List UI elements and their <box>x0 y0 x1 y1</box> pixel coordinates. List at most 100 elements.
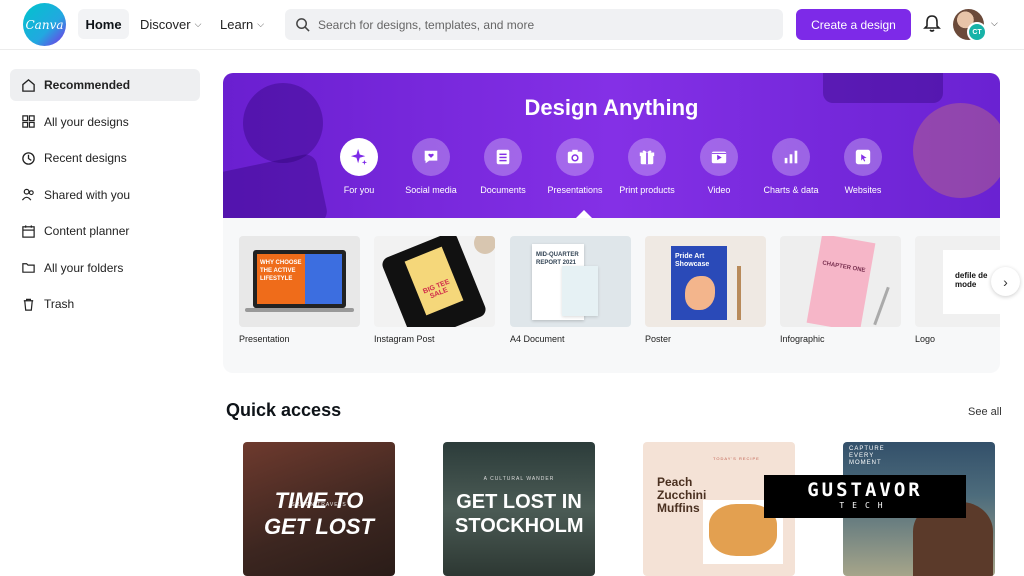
grid-icon <box>22 115 35 128</box>
chevron-down-icon: ⌵ <box>194 18 202 29</box>
category-icon-circle <box>844 138 882 176</box>
category-social-media[interactable]: Social media <box>391 138 471 195</box>
category-icon-circle <box>340 138 378 176</box>
sidebar-item-content-planner[interactable]: Content planner <box>10 215 200 247</box>
sparkle-icon <box>350 148 368 166</box>
canva-logo[interactable]: Canva <box>23 3 66 46</box>
category-label: Print products <box>619 185 675 195</box>
template-thumbnail: WHY CHOOSE THE ACTIVE LIFESTYLE <box>239 236 360 327</box>
video-icon <box>711 151 727 164</box>
category-documents[interactable]: Documents <box>463 138 543 195</box>
template-label: Infographic <box>780 334 825 344</box>
template-card-a4-document[interactable]: MID-QUARTER REPORT 2021 A4 Document <box>510 236 631 344</box>
people-icon <box>21 188 34 201</box>
category-label: For you <box>343 185 375 195</box>
sidebar-item-label: All your designs <box>44 114 129 129</box>
calendar-icon <box>22 224 35 238</box>
home-icon <box>22 78 35 92</box>
sidebar-item-label: All your folders <box>44 260 124 275</box>
sidebar-item-recommended[interactable]: Recommended <box>10 69 200 101</box>
create-design-button[interactable]: Create a design <box>796 9 911 40</box>
presentation-icon <box>567 149 583 164</box>
search-input[interactable]: Search for designs, templates, and more <box>285 9 783 40</box>
watermark-overlay: GUSTAVOR TECH <box>764 475 966 518</box>
nav-discover-label: Discover <box>140 16 191 32</box>
design-anything-banner: Design Anything For you Social media Doc… <box>223 73 1000 218</box>
category-print-products[interactable]: Print products <box>607 138 687 195</box>
quick-access-card[interactable]: A CULTURAL WANDER GET LOST IN STOCKHOLM <box>443 442 595 576</box>
see-all-link[interactable]: See all <box>968 406 1002 418</box>
template-thumbnail: Pride Art Showcase <box>645 236 766 327</box>
category-label: Social media <box>405 185 457 195</box>
nav-learn-label: Learn <box>220 16 254 32</box>
category-label: Presentations <box>547 185 603 195</box>
sidebar-item-label: Shared with you <box>44 187 131 202</box>
chevron-down-icon: ⌵ <box>257 18 265 29</box>
category-label: Video <box>707 185 731 195</box>
chevron-down-icon[interactable]: ⌵ <box>991 18 998 29</box>
sidebar: Recommended All your designs Recent desi… <box>10 69 200 325</box>
heart-chat-icon <box>424 150 438 164</box>
search-placeholder: Search for designs, templates, and more <box>318 17 535 32</box>
category-label: Websites <box>844 185 882 195</box>
thumbnail-text: CHAPTER ONE <box>806 236 876 327</box>
sidebar-item-label: Recommended <box>44 78 131 92</box>
document-icon <box>496 149 510 165</box>
bell-icon[interactable] <box>922 14 942 34</box>
template-label: Presentation <box>239 334 290 344</box>
sidebar-item-label: Trash <box>44 297 75 311</box>
banner-decoration <box>223 152 330 218</box>
search-icon <box>296 18 310 32</box>
sidebar-item-folders[interactable]: All your folders <box>10 252 200 284</box>
quick-access-card[interactable]: SILTON TRAVELS TIME TO GET LOST <box>243 442 395 576</box>
card-small-text: CAPTURE EVERY MOMENT <box>849 446 885 467</box>
template-label: A4 Document <box>510 334 565 344</box>
logo-text: Canva <box>25 17 64 32</box>
card-title: TIME TO GET LOST <box>264 488 374 540</box>
bar-chart-icon <box>784 150 798 164</box>
template-label: Logo <box>915 334 936 344</box>
template-carousel: WHY CHOOSE THE ACTIVE LIFESTYLE Presenta… <box>223 218 1000 373</box>
card-small-text: TODAY'S RECIPE <box>713 456 760 461</box>
sidebar-item-label: Recent designs <box>44 151 127 165</box>
template-thumbnail: MID-QUARTER REPORT 2021 <box>510 236 631 327</box>
banner-title: Design Anything <box>524 95 699 120</box>
nav-discover[interactable]: Discover ⌵ <box>140 9 201 39</box>
trash-icon <box>23 298 34 311</box>
template-thumbnail: BIG TEE SALE <box>374 236 495 327</box>
template-thumbnail: CHAPTER ONE <box>780 236 901 327</box>
thumbnail-text: WHY CHOOSE THE ACTIVE LIFESTYLE <box>257 254 305 304</box>
carousel-next-button[interactable]: › <box>991 267 1020 296</box>
active-category-indicator <box>576 210 592 218</box>
category-video[interactable]: Video <box>679 138 759 195</box>
category-icon-circle <box>628 138 666 176</box>
category-for-you[interactable]: For you <box>319 138 399 195</box>
sidebar-item-trash[interactable]: Trash <box>10 288 200 320</box>
template-card-logo[interactable]: defile de mode Logo <box>915 236 1000 344</box>
category-icon-circle <box>484 138 522 176</box>
category-icon-circle <box>700 138 738 176</box>
sidebar-item-all-designs[interactable]: All your designs <box>10 106 200 138</box>
nav-learn[interactable]: Learn ⌵ <box>220 9 264 39</box>
gift-icon <box>639 150 655 165</box>
quick-access-title: Quick access <box>226 400 342 420</box>
category-icon-circle <box>772 138 810 176</box>
template-label: Instagram Post <box>374 334 435 344</box>
category-charts-data[interactable]: Charts & data <box>751 138 831 195</box>
avatar-badge: CT <box>967 22 987 42</box>
template-thumbnail: defile de mode <box>915 236 1000 327</box>
sidebar-item-shared[interactable]: Shared with you <box>10 179 200 211</box>
card-title: GET LOST IN STOCKHOLM <box>455 491 584 537</box>
category-websites[interactable]: Websites <box>823 138 903 195</box>
category-label: Charts & data <box>763 185 819 195</box>
nav-home[interactable]: Home <box>78 9 129 39</box>
template-card-infographic[interactable]: CHAPTER ONE Infographic <box>780 236 901 344</box>
template-card-instagram-post[interactable]: BIG TEE SALE Instagram Post <box>374 236 495 344</box>
cursor-icon <box>855 149 871 165</box>
template-label: Poster <box>645 334 672 344</box>
template-card-poster[interactable]: Pride Art Showcase Poster <box>645 236 766 344</box>
template-card-presentation[interactable]: WHY CHOOSE THE ACTIVE LIFESTYLE Presenta… <box>239 236 360 344</box>
sidebar-item-recent[interactable]: Recent designs <box>10 142 200 174</box>
category-icon-circle <box>412 138 450 176</box>
category-presentations[interactable]: Presentations <box>535 138 615 195</box>
